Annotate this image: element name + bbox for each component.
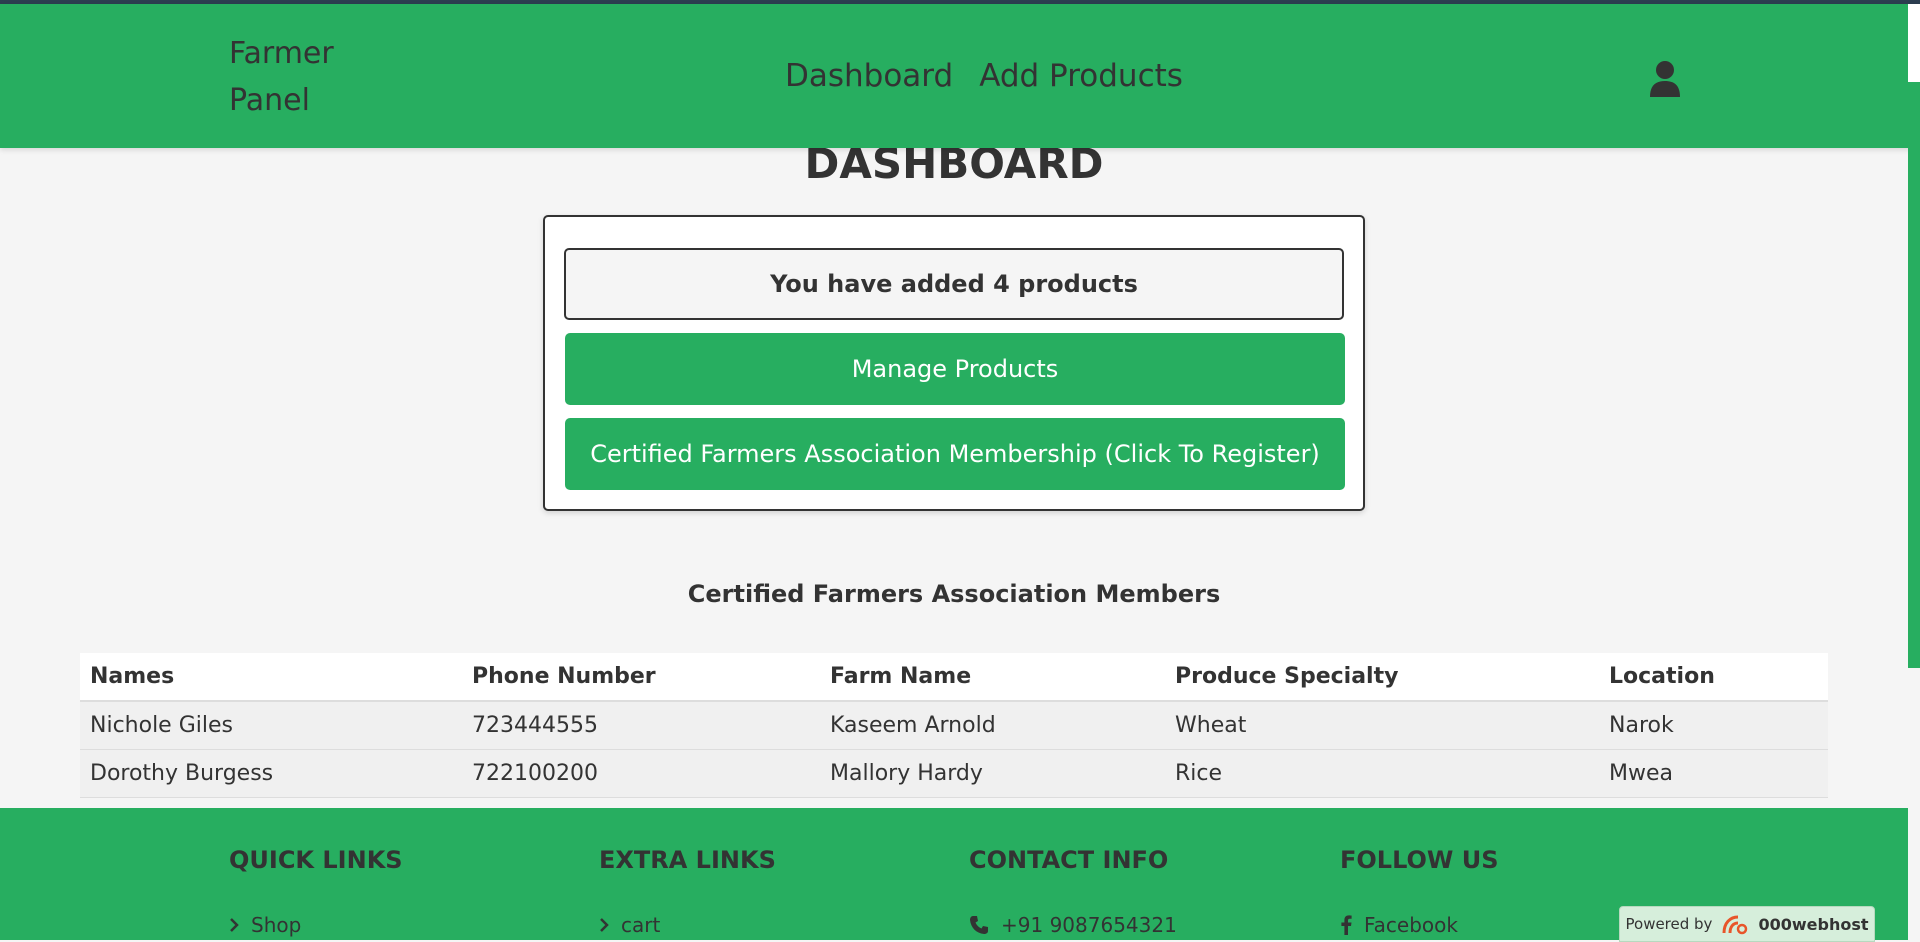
footer-follow-us: FOLLOW US Facebook [1340,843,1499,937]
register-membership-button[interactable]: Certified Farmers Association Membership… [565,418,1345,490]
footer-heading: FOLLOW US [1340,846,1499,874]
webhost-brand: 000webhost [1758,914,1869,934]
cell-farm: Mallory Hardy [820,749,1165,798]
column-header-phone: Phone Number [462,653,820,702]
webhost-logo-icon [1722,915,1748,935]
members-table: Names Phone Number Farm Name Produce Spe… [80,653,1828,798]
main-nav: Dashboard Add Products [785,56,1183,96]
cell-phone: 723444555 [462,701,820,750]
brand-logo[interactable]: Farmer Panel [229,30,334,124]
footer-quick-links: QUICK LINKS Shop [229,843,403,937]
cell-name: Dorothy Burgess [80,749,462,798]
footer-heading: CONTACT INFO [969,846,1169,874]
footer-extra-links: EXTRA LINKS cart [599,843,776,937]
powered-by-text: Powered by [1625,915,1713,933]
column-header-produce: Produce Specialty [1165,653,1599,702]
dashboard-card: You have added 4 products Manage Product… [543,215,1365,511]
cell-phone: 722100200 [462,749,820,798]
table-row: Nichole Giles 723444555 Kaseem Arnold Wh… [80,701,1828,750]
product-count: You have added 4 products [564,248,1344,320]
chevron-right-icon [230,918,239,932]
cell-location: Mwea [1599,749,1828,798]
footer-heading: QUICK LINKS [229,846,403,874]
nav-dashboard[interactable]: Dashboard [785,56,953,96]
scrollbar-thumb[interactable] [1908,4,1920,82]
table-row: Dorothy Burgess 722100200 Mallory Hardy … [80,749,1828,798]
header: Farmer Panel Dashboard Add Products [0,4,1920,148]
footer-link-shop[interactable]: Shop [229,913,403,937]
column-header-farm: Farm Name [820,653,1165,702]
user-icon[interactable] [1646,59,1684,99]
cell-produce: Rice [1165,749,1599,798]
nav-add-products[interactable]: Add Products [979,56,1183,96]
column-header-names: Names [80,653,462,702]
scrollbar[interactable] [1908,148,1920,668]
footer-heading: EXTRA LINKS [599,846,776,874]
footer-link-facebook[interactable]: Facebook [1340,913,1499,937]
footer-link-label: Shop [251,913,302,937]
footer-link-label: cart [621,913,661,937]
cell-produce: Wheat [1165,701,1599,750]
cell-farm: Kaseem Arnold [820,701,1165,750]
table-header-row: Names Phone Number Farm Name Produce Spe… [80,653,1828,702]
chevron-right-icon [600,918,609,932]
footer-link-label: +91 9087654321 [1001,913,1177,937]
column-header-location: Location [1599,653,1828,702]
powered-by-badge[interactable]: Powered by 000webhost [1619,906,1875,942]
members-title: Certified Farmers Association Members [687,580,1221,608]
footer-link-phone[interactable]: +91 9087654321 [969,913,1177,937]
manage-products-button[interactable]: Manage Products [565,333,1345,405]
cell-location: Narok [1599,701,1828,750]
footer-link-label: Facebook [1364,913,1458,937]
phone-icon [970,916,988,934]
footer-contact-info: CONTACT INFO +91 9087654321 [969,843,1177,937]
facebook-icon [1341,915,1352,935]
cell-name: Nichole Giles [80,701,462,750]
footer-link-cart[interactable]: cart [599,913,776,937]
